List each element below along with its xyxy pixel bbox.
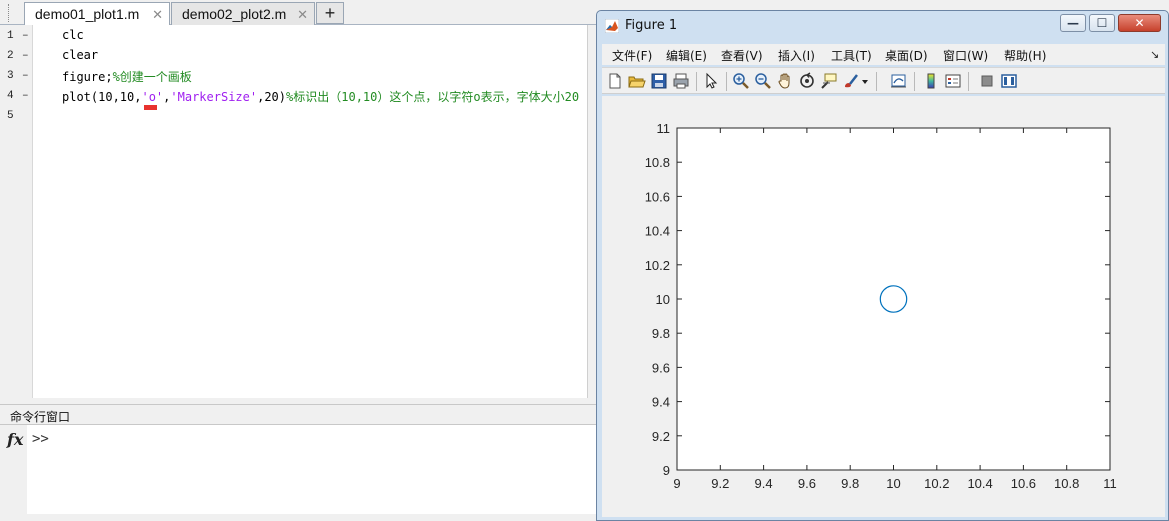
show-plot-tools-icon[interactable]: [1000, 72, 1018, 90]
code-line-1: clc: [62, 28, 84, 42]
tab-demo02[interactable]: demo02_plot2.m ✕: [171, 2, 315, 25]
axes-box[interactable]: [676, 127, 1111, 471]
figure-title: Figure 1: [625, 18, 678, 33]
figure-window: Figure 1 — ☐ ✕ 文件(F) 编辑(E) 查看(V) 插入(I) 工…: [596, 10, 1169, 521]
menu-insert[interactable]: 插入(I): [778, 47, 815, 64]
colorbar-icon[interactable]: [922, 72, 940, 90]
figure-canvas[interactable]: 9 9.2 9.4 9.6 9.8 10 10.2 10.4 10.6 10.8 11 9 9.2 9.…: [602, 96, 1165, 517]
menu-view[interactable]: 查看(V): [721, 47, 763, 64]
tab-demo01[interactable]: demo01_plot1.m ✕: [24, 2, 170, 26]
y-tick-label: 10: [656, 292, 670, 307]
data-cursor-icon[interactable]: [820, 72, 838, 90]
line-number: 1: [7, 30, 14, 42]
code-editor[interactable]: 1 – 2 – 3 – 4 – 5 clc clear figure;%创建一个…: [0, 25, 588, 398]
line-number: 2: [7, 50, 14, 62]
minimize-icon: —: [1067, 16, 1079, 30]
x-tick-label: 10.8: [1054, 476, 1079, 491]
code-line-2: clear: [62, 48, 99, 62]
line-number: 5: [7, 110, 14, 122]
y-tick-label: 10.6: [645, 189, 670, 204]
x-tick-label: 10.2: [924, 476, 949, 491]
matlab-logo-icon: [605, 19, 619, 33]
pointer-icon[interactable]: [702, 72, 720, 90]
new-figure-icon[interactable]: [606, 72, 624, 90]
save-icon[interactable]: [650, 72, 668, 90]
line-gutter: 1 – 2 – 3 – 4 – 5: [0, 25, 33, 398]
toolbar-separator: [876, 72, 877, 91]
close-tab-icon[interactable]: ✕: [152, 7, 163, 23]
command-gutter: fx: [0, 425, 27, 515]
y-tick-label: 10.2: [645, 258, 670, 273]
add-tab-button[interactable]: +: [316, 2, 344, 24]
x-tick-label: 9.6: [798, 476, 816, 491]
toolbar-separator: [914, 72, 915, 91]
x-tick-label: 10: [886, 476, 900, 491]
figure-titlebar[interactable]: Figure 1 — ☐ ✕: [597, 11, 1168, 41]
x-tick-label: 9.2: [711, 476, 729, 491]
brush-icon[interactable]: [842, 72, 860, 90]
maximize-icon: ☐: [1096, 16, 1108, 30]
breakpoint-mark[interactable]: –: [22, 70, 29, 82]
rotate-3d-icon[interactable]: [798, 72, 816, 90]
menu-help[interactable]: 帮助(H): [1004, 47, 1046, 64]
menu-window[interactable]: 窗口(W): [943, 47, 988, 64]
y-tick-label: 9.8: [652, 326, 670, 341]
line-number: 3: [7, 70, 14, 82]
line-number: 4: [7, 90, 14, 102]
y-tick-label: 9.2: [652, 429, 670, 444]
toolbar-separator: [696, 72, 697, 91]
command-prompt: >>: [32, 431, 49, 447]
close-window-button[interactable]: ✕: [1118, 14, 1161, 32]
x-tick-label: 10.6: [1011, 476, 1036, 491]
code-line-3: figure;%创建一个画板: [62, 70, 192, 84]
y-tick-label: 11: [657, 121, 671, 136]
y-tick-label: 10.4: [645, 224, 670, 239]
warning-marker[interactable]: [144, 105, 157, 110]
maximize-button[interactable]: ☐: [1089, 14, 1115, 32]
minimize-button[interactable]: —: [1060, 14, 1086, 32]
y-tick-label: 10.8: [645, 155, 670, 170]
tab-label: demo02_plot2.m: [182, 6, 287, 22]
command-window-title: 命令行窗口: [0, 404, 600, 424]
figure-toolbar: [602, 67, 1165, 94]
x-tick-label: 9: [673, 476, 680, 491]
x-tick-label: 10.4: [967, 476, 992, 491]
hide-plot-tools-icon[interactable]: [978, 72, 996, 90]
menu-desktop[interactable]: 桌面(D): [885, 47, 928, 64]
menu-file[interactable]: 文件(F): [612, 47, 652, 64]
link-plot-icon[interactable]: [890, 72, 908, 90]
toolbar-separator: [968, 72, 969, 91]
menu-tools[interactable]: 工具(T): [831, 47, 872, 64]
x-tick-label: 9.8: [841, 476, 859, 491]
command-window[interactable]: fx >>: [0, 424, 600, 515]
menu-dock-icon[interactable]: ↘: [1150, 48, 1159, 61]
x-tick-label: 9.4: [755, 476, 773, 491]
fx-icon[interactable]: fx: [7, 430, 23, 449]
toolbar-separator: [726, 72, 727, 91]
close-tab-icon[interactable]: ✕: [297, 7, 308, 23]
open-file-icon[interactable]: [628, 72, 646, 90]
pan-hand-icon[interactable]: [776, 72, 794, 90]
zoom-out-icon[interactable]: [754, 72, 772, 90]
editor-tab-bar: demo01_plot1.m ✕ demo02_plot2.m ✕ +: [0, 0, 600, 26]
brush-dropdown-icon[interactable]: [860, 72, 870, 90]
tab-label: demo01_plot1.m: [35, 6, 140, 22]
tab-grip[interactable]: [8, 4, 20, 22]
editor-panel: demo01_plot1.m ✕ demo02_plot2.m ✕ + 1 – …: [0, 0, 600, 521]
figure-menubar: 文件(F) 编辑(E) 查看(V) 插入(I) 工具(T) 桌面(D) 窗口(W…: [602, 44, 1165, 65]
zoom-in-icon[interactable]: [732, 72, 750, 90]
x-tick-label: 11: [1103, 476, 1117, 491]
breakpoint-mark[interactable]: –: [22, 90, 29, 102]
menu-edit[interactable]: 编辑(E): [666, 47, 707, 64]
y-tick-label: 9.6: [652, 360, 670, 375]
code-line-4: plot(10,10,'o','MarkerSize',20)%标识出（10,1…: [62, 90, 580, 104]
close-icon: ✕: [1134, 16, 1145, 30]
legend-icon[interactable]: [944, 72, 962, 90]
print-icon[interactable]: [672, 72, 690, 90]
y-tick-label: 9.4: [652, 395, 670, 410]
breakpoint-mark[interactable]: –: [22, 30, 29, 42]
y-tick-label: 9: [663, 463, 670, 478]
plot-svg: 9 9.2 9.4 9.6 9.8 10 10.2 10.4 10.6 10.8 11 9 9.2 9.…: [645, 121, 1117, 491]
breakpoint-mark[interactable]: –: [22, 50, 29, 62]
